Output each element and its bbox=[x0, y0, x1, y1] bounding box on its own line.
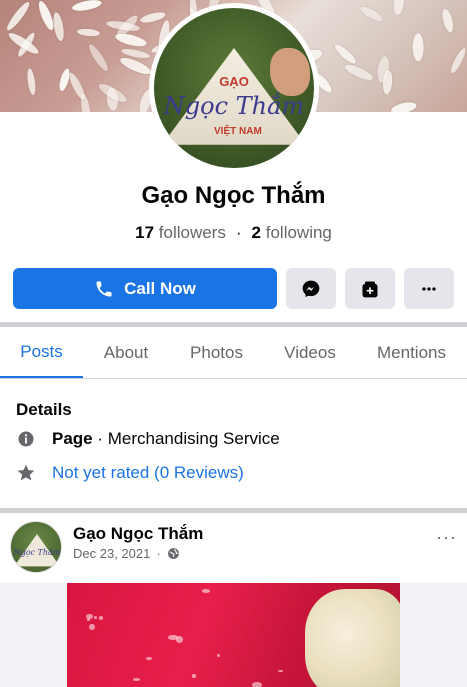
rice-grain-decoration bbox=[114, 31, 148, 49]
post-author-avatar[interactable]: Ngọc Thắm bbox=[10, 521, 62, 573]
tab-photos[interactable]: Photos bbox=[169, 327, 264, 379]
rice-grain-decoration bbox=[71, 0, 103, 13]
category-value: Merchandising Service bbox=[107, 429, 280, 448]
tab-about[interactable]: About bbox=[83, 327, 169, 379]
post-author-name[interactable]: Gạo Ngọc Thắm bbox=[73, 524, 203, 544]
stats-separator: · bbox=[235, 223, 242, 242]
post-more-button[interactable]: ··· bbox=[436, 527, 457, 548]
followers-label[interactable]: followers bbox=[159, 223, 226, 242]
image-texture-decoration bbox=[278, 670, 283, 673]
tab-videos[interactable]: Videos bbox=[264, 327, 356, 379]
more-icon bbox=[422, 286, 436, 291]
rice-grain-decoration bbox=[139, 9, 167, 25]
post-image[interactable] bbox=[67, 583, 400, 687]
image-texture-decoration bbox=[86, 618, 91, 621]
image-texture-decoration bbox=[99, 615, 104, 620]
messenger-icon bbox=[302, 280, 320, 297]
rice-grain-decoration bbox=[393, 0, 406, 16]
more-options-button[interactable] bbox=[404, 268, 454, 309]
image-texture-decoration bbox=[93, 615, 98, 619]
tab-mentions[interactable]: Mentions bbox=[356, 327, 467, 379]
follow-stats: 17 followers · 2 following bbox=[0, 223, 467, 243]
post-meta-separator: · bbox=[156, 546, 161, 561]
star-icon bbox=[16, 463, 36, 483]
tab-posts-label: Posts bbox=[20, 341, 63, 361]
image-texture-decoration bbox=[202, 589, 211, 594]
category-prefix: Page bbox=[52, 429, 93, 448]
call-now-button[interactable]: Call Now bbox=[13, 268, 277, 309]
category-separator: · bbox=[92, 429, 108, 448]
avatar-logo-top: GẠO bbox=[219, 74, 249, 89]
save-icon bbox=[362, 281, 378, 297]
rice-grain-decoration bbox=[332, 42, 359, 66]
image-texture-decoration bbox=[216, 653, 221, 657]
post-media-area bbox=[0, 583, 467, 687]
rice-grain-decoration bbox=[87, 42, 112, 74]
post-avatar-logo: Ngọc Thắm bbox=[13, 548, 61, 557]
save-button[interactable] bbox=[345, 268, 395, 309]
rice-grain-decoration bbox=[440, 7, 456, 34]
image-texture-decoration bbox=[132, 677, 141, 681]
following-count[interactable]: 2 bbox=[252, 223, 261, 242]
tab-photos-label: Photos bbox=[190, 343, 243, 362]
rice-grain-decoration bbox=[76, 27, 101, 38]
followers-count[interactable]: 17 bbox=[135, 223, 154, 242]
rice-grain-decoration bbox=[448, 46, 467, 75]
image-texture-decoration bbox=[145, 656, 153, 661]
tab-videos-label: Videos bbox=[284, 343, 336, 362]
post-date[interactable]: Dec 23, 2021 bbox=[73, 546, 150, 561]
phone-icon bbox=[96, 281, 112, 296]
image-texture-decoration bbox=[192, 674, 196, 678]
messenger-button[interactable] bbox=[286, 268, 336, 309]
image-texture-decoration bbox=[252, 682, 262, 687]
rice-grain-decoration bbox=[412, 32, 424, 62]
details-heading: Details bbox=[16, 400, 72, 419]
profile-avatar[interactable]: GẠO Ngọc Thắm VIỆT NAM bbox=[149, 3, 319, 173]
tabs-divider bbox=[0, 378, 467, 379]
section-divider bbox=[0, 508, 467, 513]
image-texture-decoration bbox=[89, 624, 95, 631]
rice-grain-decoration bbox=[343, 62, 376, 83]
page-tabs: Posts About Photos Videos Mentions bbox=[0, 327, 467, 379]
info-icon bbox=[16, 429, 36, 449]
tab-mentions-label: Mentions bbox=[377, 343, 446, 362]
rice-grain-decoration bbox=[358, 4, 385, 25]
rice-grain-decoration bbox=[390, 100, 418, 112]
rice-bag-graphic bbox=[305, 589, 400, 687]
rice-grain-decoration bbox=[5, 0, 33, 33]
avatar-image: GẠO Ngọc Thắm VIỆT NAM bbox=[154, 8, 314, 168]
avatar-logo-middle: Ngọc Thắm bbox=[163, 92, 305, 120]
tab-posts[interactable]: Posts bbox=[0, 327, 83, 379]
detail-category: Page · Merchandising Service bbox=[16, 429, 280, 449]
post-meta: Dec 23, 2021 · bbox=[73, 546, 180, 561]
call-now-label: Call Now bbox=[124, 278, 196, 298]
avatar-logo-bottom: VIỆT NAM bbox=[214, 126, 262, 137]
tab-about-label: About bbox=[103, 343, 149, 362]
page-title: Gạo Ngọc Thắm bbox=[141, 182, 326, 209]
following-label[interactable]: following bbox=[266, 223, 332, 242]
globe-icon bbox=[167, 548, 179, 559]
reviews-link[interactable]: Not yet rated (0 Reviews) bbox=[52, 463, 244, 483]
detail-rating: Not yet rated (0 Reviews) bbox=[16, 463, 244, 483]
rice-grain-decoration bbox=[26, 67, 37, 96]
